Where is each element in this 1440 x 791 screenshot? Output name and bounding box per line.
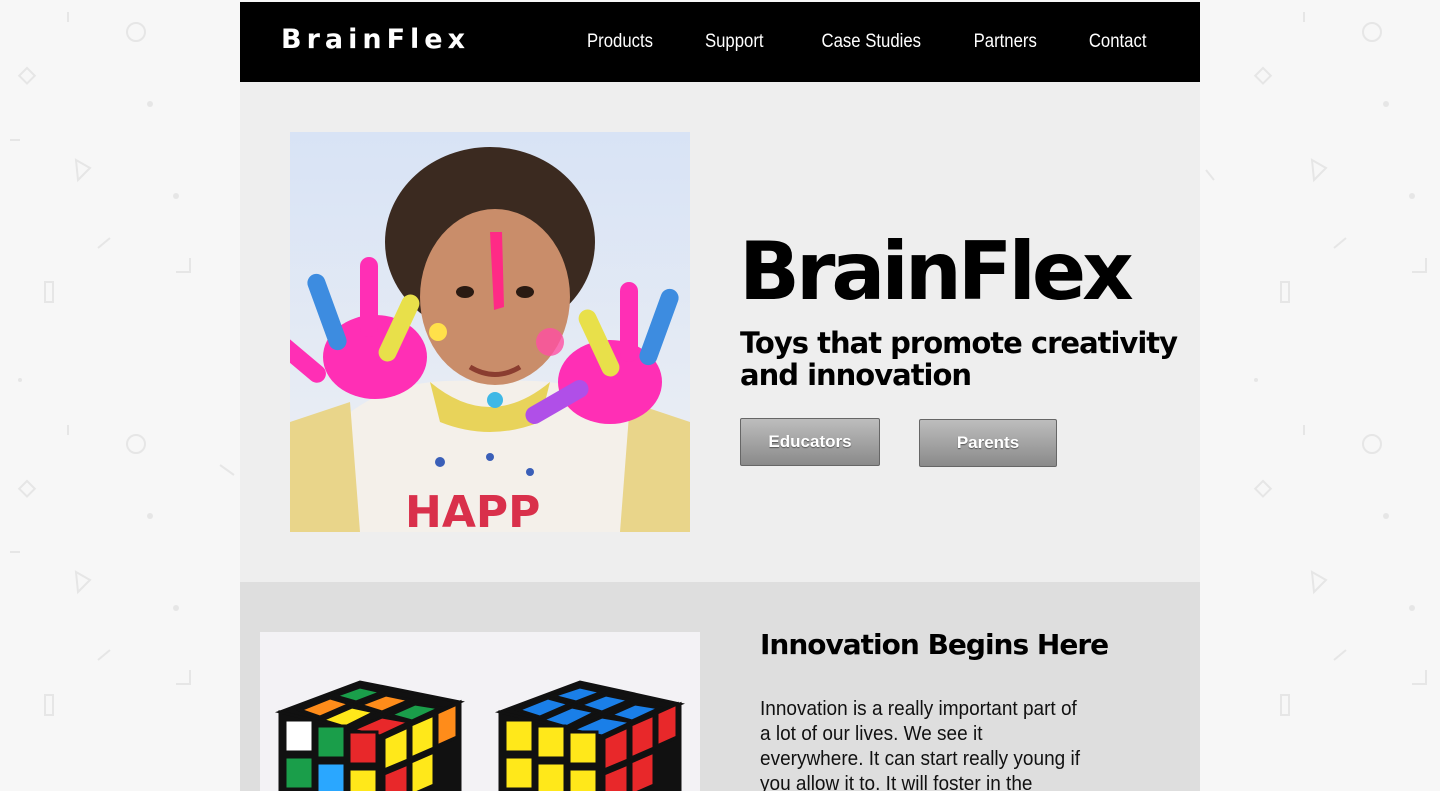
innovation-title: Innovation Begins Here: [760, 628, 1109, 661]
nav-link-partners[interactable]: Partners: [973, 31, 1036, 53]
nav-link-case-studies[interactable]: Case Studies: [821, 31, 920, 53]
innovation-section: Innovation Begins Here Innovation is a r…: [240, 582, 1200, 791]
hero-image: HAPP: [290, 132, 690, 532]
svg-text:HAPP: HAPP: [405, 487, 540, 532]
parents-button[interactable]: Parents: [919, 419, 1057, 467]
nav-link-products[interactable]: Products: [587, 31, 653, 53]
nav-menu: Products Support Case Studies Partners C…: [534, 2, 1146, 82]
nav-link-contact[interactable]: Contact: [1088, 31, 1146, 53]
innovation-body: Innovation is a really important part of…: [760, 698, 1080, 791]
hero-title: BrainFlex: [739, 225, 1134, 318]
nav-link-support[interactable]: Support: [705, 31, 764, 53]
brand-logo[interactable]: BrainFlex: [281, 24, 470, 55]
innovation-image: [260, 632, 700, 791]
navbar: BrainFlex Products Support Case Studies …: [240, 2, 1200, 82]
hero-section: HAPP BrainFlex Toys that promote creativ…: [240, 82, 1200, 582]
hero-subtitle: Toys that promote creativity and innovat…: [740, 326, 1178, 392]
child-painted-hands-icon: HAPP: [290, 132, 690, 532]
educators-button[interactable]: Educators: [740, 418, 880, 466]
rubiks-cubes-icon: [260, 632, 700, 791]
page-container: BrainFlex Products Support Case Studies …: [240, 2, 1200, 791]
